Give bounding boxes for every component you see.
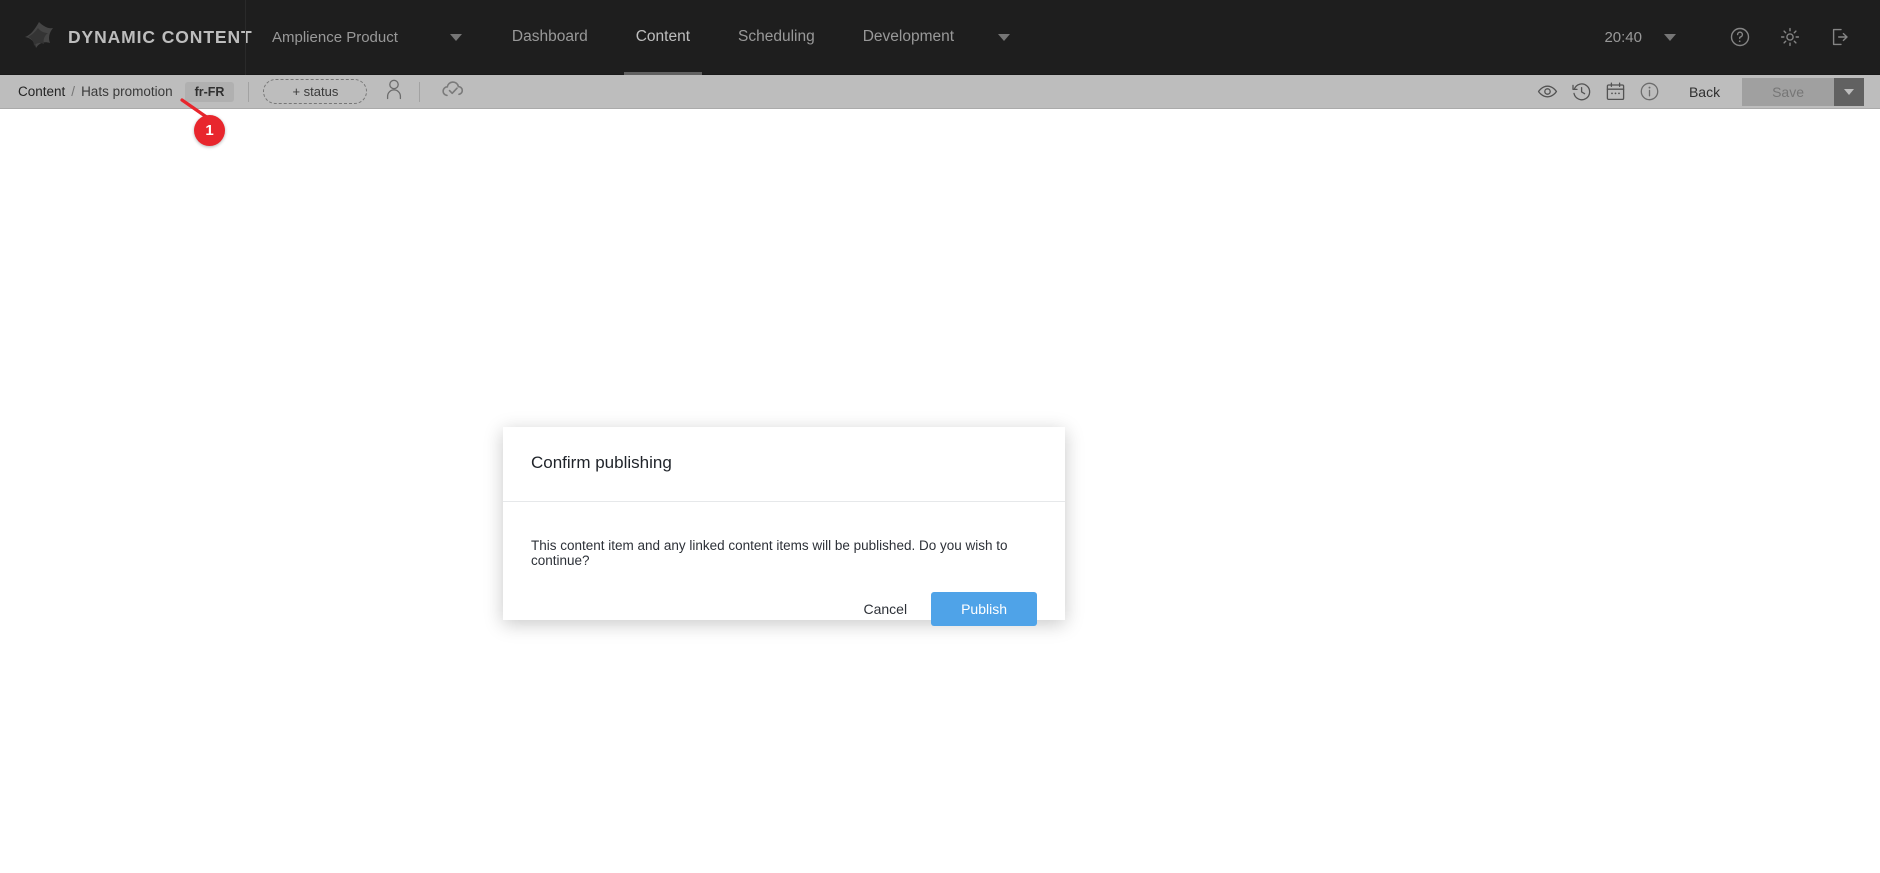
chevron-down-icon [449, 33, 462, 41]
divider [248, 81, 250, 102]
annotation-badge-1: 1 [194, 115, 225, 146]
amplience-logo-icon [22, 20, 56, 54]
nav-tab-label: Content [635, 28, 691, 45]
dialog-actions: Cancel Publish [503, 568, 1065, 626]
info-icon[interactable] [1633, 77, 1667, 107]
logout-icon[interactable] [1820, 17, 1860, 57]
preview-eye-icon[interactable] [1531, 77, 1565, 107]
publish-button[interactable]: Publish [931, 592, 1037, 626]
cancel-button[interactable]: Cancel [843, 592, 927, 626]
nav-tab-dashboard[interactable]: Dashboard [488, 0, 612, 75]
nav-items: Amplience Product Dashboard Content Sche… [246, 0, 1030, 75]
help-icon[interactable] [1720, 17, 1760, 57]
topnav-right-group: 20:40 [1604, 0, 1880, 74]
back-button[interactable]: Back [1667, 84, 1742, 100]
chevron-down-icon[interactable] [1664, 33, 1676, 41]
app-root: DYNAMIC CONTENT Amplience Product Dashbo… [0, 0, 1880, 873]
breadcrumb-root[interactable]: Content [18, 84, 65, 99]
chevron-down-icon [998, 33, 1011, 41]
nav-tab-label: Dashboard [511, 28, 588, 45]
history-icon[interactable] [1565, 77, 1599, 107]
locale-chip[interactable]: fr-FR [184, 81, 235, 102]
save-options-dropdown[interactable] [1834, 77, 1864, 106]
nav-tab-label: Development [862, 28, 955, 45]
hub-label: Amplience Product [272, 28, 398, 46]
brand-title: DYNAMIC CONTENT [68, 26, 253, 47]
breadcrumb-item: Hats promotion [81, 84, 173, 99]
hub-selector[interactable]: Amplience Product [246, 0, 488, 74]
gear-icon[interactable] [1770, 17, 1810, 57]
calendar-icon[interactable] [1599, 77, 1633, 107]
clock-label: 20:40 [1604, 28, 1642, 46]
dialog-title-text: Confirm publishing [531, 453, 672, 472]
breadcrumb-action-bar: Content / Hats promotion fr-FR + status [0, 75, 1880, 109]
nav-tab-development[interactable]: Development [839, 0, 978, 75]
publish-status-cloud-icon[interactable] [440, 78, 466, 105]
add-status-button[interactable]: + status [263, 79, 368, 104]
action-bar-right: Back Save [1531, 77, 1864, 107]
nav-overflow-toggle[interactable] [978, 0, 1030, 75]
divider [419, 81, 421, 102]
nav-tab-scheduling[interactable]: Scheduling [714, 0, 839, 75]
confirm-publishing-dialog: Confirm publishing This content item and… [503, 427, 1065, 626]
dialog-title: Confirm publishing [503, 427, 1065, 483]
breadcrumb-separator: / [71, 84, 76, 99]
top-navigation-bar: DYNAMIC CONTENT Amplience Product Dashbo… [0, 0, 1880, 75]
save-button: Save [1742, 77, 1834, 106]
assignee-avatar-icon[interactable] [383, 77, 405, 106]
nav-tab-label: Scheduling [738, 28, 815, 45]
nav-tab-content[interactable]: Content [612, 0, 714, 75]
brand-logo-group[interactable]: DYNAMIC CONTENT [0, 0, 252, 74]
dialog-message: This content item and any linked content… [531, 538, 1008, 568]
chevron-down-icon [1844, 88, 1854, 95]
